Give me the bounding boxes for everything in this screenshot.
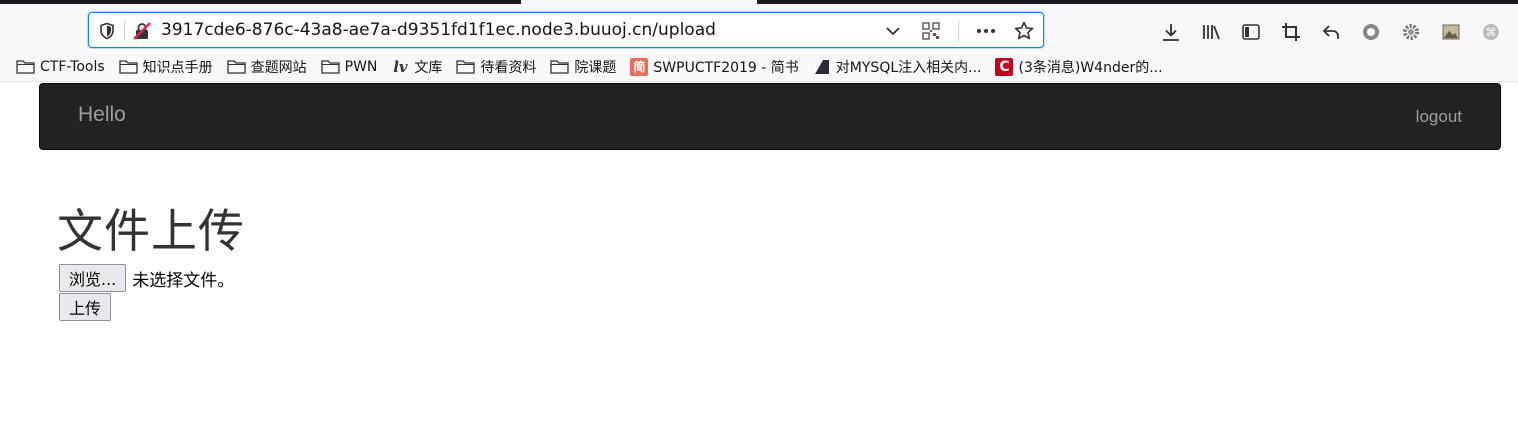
folder-icon <box>456 59 476 74</box>
bookmark-to-read[interactable]: 待看资料 <box>456 57 536 77</box>
url-action-separator <box>958 21 959 41</box>
site-navbar: Hello logout <box>39 83 1501 150</box>
folder-icon <box>550 59 570 74</box>
extension-circle-icon[interactable] <box>1360 21 1382 43</box>
dark-favicon <box>813 58 831 76</box>
bookmark-search-sites[interactable]: 查题网站 <box>226 57 307 77</box>
download-icon[interactable] <box>1160 21 1182 43</box>
folder-icon <box>226 59 246 74</box>
extension-icon[interactable]: ⌘ <box>1480 21 1502 43</box>
gear-icon[interactable] <box>1400 21 1422 43</box>
jianshu-favicon: 简 <box>630 57 649 76</box>
bookmark-jianshu[interactable]: 简 SWPUCTF2019 - 简书 <box>630 57 799 77</box>
bookmark-label: 待看资料 <box>480 59 537 76</box>
bookmark-label: 查题网站 <box>250 59 307 76</box>
page-title: 文件上传 <box>57 204 245 258</box>
undo-arrow-icon[interactable] <box>1320 21 1342 43</box>
url-separator <box>124 21 125 41</box>
file-status-text: 未选择文件。 <box>132 270 235 291</box>
bookmark-label: 文库 <box>414 59 443 76</box>
lv-logo-icon: lv <box>393 57 408 76</box>
chevron-down-icon[interactable] <box>882 20 904 42</box>
bookmark-label: 对MYSQL注入相关内... <box>835 59 982 76</box>
navbar-brand[interactable]: Hello <box>78 103 126 127</box>
bookmark-csdn[interactable]: C (3条消息)W4nder的... <box>995 57 1163 77</box>
bookmarks-toolbar: CTF-Tools 知识点手册 查题网站 PWN lv 文库 待看资料 院课题 … <box>0 52 1518 82</box>
upload-button[interactable]: 上传 <box>59 293 112 321</box>
screenshot-icon[interactable] <box>1280 21 1302 43</box>
bookmark-label: SWPUCTF2019 - 简书 <box>653 59 799 76</box>
bookmark-knowledge-manual[interactable]: 知识点手册 <box>118 57 213 77</box>
sidebar-icon[interactable] <box>1240 21 1262 43</box>
insecure-connection-icon[interactable] <box>131 20 153 42</box>
bookmark-label: 知识点手册 <box>142 59 213 76</box>
bookmark-mysql-injection[interactable]: 对MYSQL注入相关内... <box>813 57 982 77</box>
bookmark-label: (3条消息)W4nder的... <box>1018 59 1163 76</box>
bookmark-pwn[interactable]: PWN <box>320 58 378 75</box>
url-text[interactable]: 3917cde6-876c-43a8-ae7a-d9351fd1f1ec.nod… <box>161 20 716 40</box>
star-icon[interactable] <box>1013 20 1035 42</box>
bookmark-ctf-tools[interactable]: CTF-Tools <box>16 59 105 75</box>
bookmark-label: 院课题 <box>574 59 617 76</box>
folder-icon <box>320 59 340 74</box>
toolbar-buttons: ⌘ <box>1160 18 1502 46</box>
upload-row: 上传 <box>59 293 112 321</box>
logout-link[interactable]: logout <box>1416 107 1462 127</box>
folder-icon <box>118 59 138 74</box>
page-content: Hello logout 文件上传 浏览... 未选择文件。 上传 <box>0 83 1518 422</box>
library-icon[interactable] <box>1200 21 1222 43</box>
browse-button[interactable]: 浏览... <box>59 264 127 292</box>
qr-code-icon[interactable] <box>920 20 942 42</box>
tracking-protection-shield-icon[interactable] <box>97 21 117 41</box>
browser-toolbar: 3917cde6-876c-43a8-ae7a-d9351fd1f1ec.nod… <box>0 4 1518 52</box>
file-input[interactable]: 浏览... 未选择文件。 <box>59 264 234 292</box>
svg-text:⌘: ⌘ <box>1486 26 1497 39</box>
csdn-favicon: C <box>995 57 1014 76</box>
more-actions-icon[interactable] <box>975 20 997 42</box>
folder-icon <box>16 59 35 74</box>
bookmark-course-topics[interactable]: 院课题 <box>550 57 616 77</box>
bookmark-label: PWN <box>344 58 378 75</box>
bookmark-label: CTF-Tools <box>40 58 105 75</box>
url-bar[interactable]: 3917cde6-876c-43a8-ae7a-d9351fd1f1ec.nod… <box>88 12 1044 48</box>
url-actions <box>882 17 1035 45</box>
picture-icon[interactable] <box>1440 21 1462 43</box>
bookmark-library[interactable]: lv 文库 <box>391 57 442 77</box>
